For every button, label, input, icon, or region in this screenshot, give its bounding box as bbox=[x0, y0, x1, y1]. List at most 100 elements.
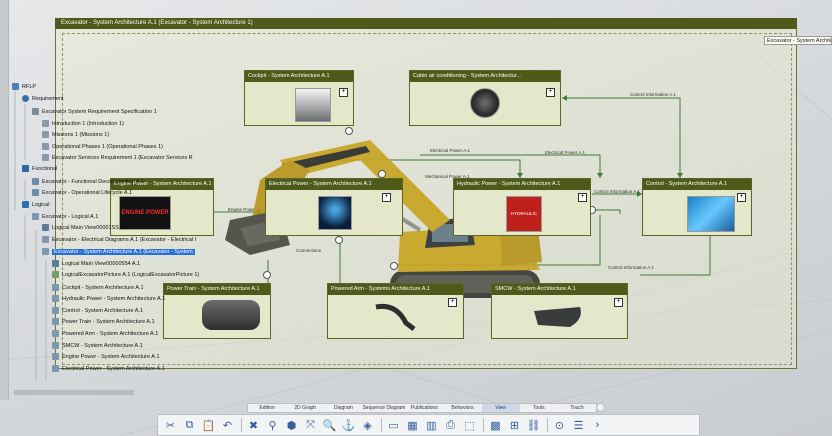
connection-port[interactable] bbox=[263, 271, 271, 279]
grid-icon[interactable]: ▩ bbox=[487, 417, 504, 434]
tree-node[interactable]: Missions 1 (Missions 1) bbox=[42, 130, 109, 141]
link-icon[interactable]: ⛓ bbox=[525, 417, 542, 434]
logical-node-icon bbox=[52, 284, 59, 292]
tree-node[interactable]: Excavator - Operational Lifecycle A.1 bbox=[32, 188, 132, 199]
tab-view[interactable]: View bbox=[481, 404, 520, 412]
tab-behaviors[interactable]: Behaviors bbox=[443, 404, 481, 412]
cube-icon[interactable]: ⬢ bbox=[283, 417, 300, 434]
tree-node-label: Cockpit - System Architecture A.1 bbox=[62, 285, 144, 291]
expand-button[interactable]: + bbox=[382, 193, 391, 202]
logical-node-icon bbox=[52, 295, 59, 303]
tab-publications[interactable]: Publications bbox=[405, 404, 443, 412]
block-electrical-power[interactable]: Electrical Power - System Architecture A… bbox=[265, 178, 403, 236]
anchor-icon[interactable]: ⚓ bbox=[340, 417, 357, 434]
tree-node[interactable]: LogicalExcavatorPicture A.1 (LogicalExca… bbox=[52, 270, 199, 281]
layers-icon[interactable]: ☰ bbox=[570, 417, 587, 434]
block-smcw[interactable]: SMCW - System Architecture A.1 + bbox=[491, 283, 628, 339]
tab-tools[interactable]: Tools bbox=[520, 404, 558, 412]
tree-node[interactable]: Powered Arm - System Architecture A.1 bbox=[52, 329, 158, 340]
tree-node[interactable]: Introduction 1 (Introduction 1) bbox=[42, 119, 124, 130]
hydraulic-power-thumbnail: HYDRAULIC POWER bbox=[506, 196, 542, 232]
connection-port[interactable] bbox=[345, 127, 353, 135]
block-powered-arm[interactable]: Powered Arm - Systems Architecture A.1 + bbox=[327, 283, 464, 339]
page-icon[interactable]: ▭ bbox=[385, 417, 402, 434]
toolbar-separator bbox=[483, 418, 484, 432]
tree-scrollbar[interactable] bbox=[14, 390, 134, 395]
connection-port[interactable] bbox=[335, 236, 343, 244]
paste-icon[interactable]: 📋 bbox=[200, 417, 217, 434]
action-toolbar: ✂ ⧉ 📋 ↶ ✖ ⚲ ⬢ ⤧ 🔍 ⚓ ◈ ▭ ▦ ▥ ⎙ ⬚ ▩ ⊞ ⛓ ⊙ ☰ › bbox=[157, 414, 700, 436]
diagram-canvas[interactable]: Excavator - System Architecture A.1 (Exc… bbox=[0, 0, 832, 436]
undo-icon[interactable]: ↶ bbox=[219, 417, 236, 434]
tree-node[interactable]: Hydraulic Power - System Architecture A.… bbox=[52, 294, 165, 305]
tab-sequence-diagram[interactable]: Sequence Diagram bbox=[362, 404, 405, 412]
tree-icon[interactable]: ⊞ bbox=[506, 417, 523, 434]
tree-node-label: Powered Arm - System Architecture A.1 bbox=[62, 331, 159, 337]
block-title: Powered Arm - Systems Architecture A.1 bbox=[328, 284, 463, 295]
layout-icon[interactable]: ▦ bbox=[404, 417, 421, 434]
tab-diagram[interactable]: Diagram bbox=[324, 404, 362, 412]
tree-node-label: Power Train - System Architecture A.1 bbox=[62, 319, 155, 325]
tree-node[interactable]: Excavator - Logical A.1 bbox=[32, 212, 98, 223]
tab-touch[interactable]: Touch bbox=[558, 404, 596, 412]
expand-button[interactable]: + bbox=[614, 298, 623, 307]
tree-node[interactable]: RFLP bbox=[12, 82, 36, 93]
connection-port[interactable] bbox=[378, 170, 386, 178]
control-thumbnail bbox=[687, 196, 735, 232]
zoom-icon[interactable]: ⚲ bbox=[264, 417, 281, 434]
globe-icon bbox=[22, 95, 29, 103]
tree-node[interactable]: Cockpit - System Architecture A.1 bbox=[52, 283, 144, 294]
copy-icon[interactable]: ⧉ bbox=[181, 417, 198, 434]
fit-all-icon[interactable]: ⤧ bbox=[302, 417, 319, 434]
tree-node[interactable]: Power Train - System Architecture A.1 bbox=[52, 317, 155, 328]
block-title: Cockpit - System Architecture A.1 bbox=[245, 71, 353, 82]
cockpit-thumbnail bbox=[295, 88, 331, 122]
tab-edition[interactable]: Edition bbox=[248, 404, 286, 412]
tree-node[interactable]: Functional bbox=[22, 164, 57, 175]
view-cube-icon[interactable]: ◈ bbox=[359, 417, 376, 434]
tree-node[interactable]: SMCW - System Architecture A.1 bbox=[52, 341, 143, 352]
tree-node[interactable]: Excavator Services Requirement 1 (Excava… bbox=[42, 153, 193, 164]
delete-icon[interactable]: ✖ bbox=[245, 417, 262, 434]
tree-node[interactable]: Electrical Power - System Architecture A… bbox=[52, 364, 165, 375]
tree-node[interactable]: Logical Main View00001SS A.1 bbox=[42, 223, 128, 234]
ac-dial-thumbnail bbox=[470, 88, 500, 118]
panel-icon[interactable]: ▥ bbox=[423, 417, 440, 434]
logical-node-icon bbox=[42, 236, 49, 244]
specification-tree[interactable]: RFLP Requirement Excavator System Requirem… bbox=[8, 80, 213, 385]
tree-node-label: Excavator - System Architecture A.1 (Exc… bbox=[52, 249, 195, 255]
block-cabin-air-conditioning[interactable]: Cabin air conditioning - System Architec… bbox=[409, 70, 561, 126]
cut-icon[interactable]: ✂ bbox=[162, 417, 179, 434]
expand-button[interactable]: + bbox=[546, 88, 555, 97]
tree-node[interactable]: Logical bbox=[22, 200, 49, 211]
next-icon[interactable]: › bbox=[589, 417, 606, 434]
block-control[interactable]: Control - System Architecture A.1 + bbox=[642, 178, 752, 236]
logical-node-icon bbox=[52, 365, 59, 373]
tree-node-label: SMCW - System Architecture A.1 bbox=[62, 343, 143, 349]
tree-node[interactable]: Excavator - Electrical Diagrams A.1 (Exc… bbox=[42, 235, 196, 246]
search-icon[interactable]: 🔍 bbox=[321, 417, 338, 434]
tree-node[interactable]: Excavator - Functional Decomposition A.1 bbox=[32, 177, 144, 188]
functional-icon bbox=[22, 165, 29, 173]
connection-port[interactable] bbox=[390, 262, 398, 270]
tree-node-label: Excavator Services Requirement 1 (Excava… bbox=[52, 155, 193, 161]
tree-node[interactable]: Logical Main View00000554 A.1 bbox=[52, 259, 140, 270]
toolbar-separator bbox=[381, 418, 382, 432]
tabs-options-button[interactable] bbox=[596, 403, 605, 412]
compass-icon[interactable]: ⊙ bbox=[551, 417, 568, 434]
print-icon[interactable]: ⎙ bbox=[442, 417, 459, 434]
expand-button[interactable]: + bbox=[448, 298, 457, 307]
tree-node[interactable]: Engine Power - System Architecture A.1 bbox=[52, 352, 160, 363]
tree-node[interactable]: Excavator - System Architecture A.1 (Exc… bbox=[42, 247, 195, 258]
frame-icon[interactable]: ⬚ bbox=[461, 417, 478, 434]
tab-2d-graph[interactable]: 2D Graph bbox=[286, 404, 324, 412]
tree-node[interactable]: Excavator System Requirement Specificati… bbox=[32, 107, 157, 118]
expand-button[interactable]: + bbox=[339, 88, 348, 97]
expand-button[interactable]: + bbox=[737, 193, 746, 202]
tree-node[interactable]: Control - System Architecture A.1 bbox=[52, 306, 143, 317]
expand-button[interactable]: + bbox=[578, 193, 587, 202]
block-cockpit[interactable]: Cockpit - System Architecture A.1 + bbox=[244, 70, 354, 126]
tree-node[interactable]: Operational Phases 1 (Operational Phases… bbox=[42, 142, 163, 153]
tree-node[interactable]: Requirement bbox=[22, 94, 64, 105]
block-hydraulic-power[interactable]: Hydraulic Power - System Architecture A.… bbox=[453, 178, 591, 236]
